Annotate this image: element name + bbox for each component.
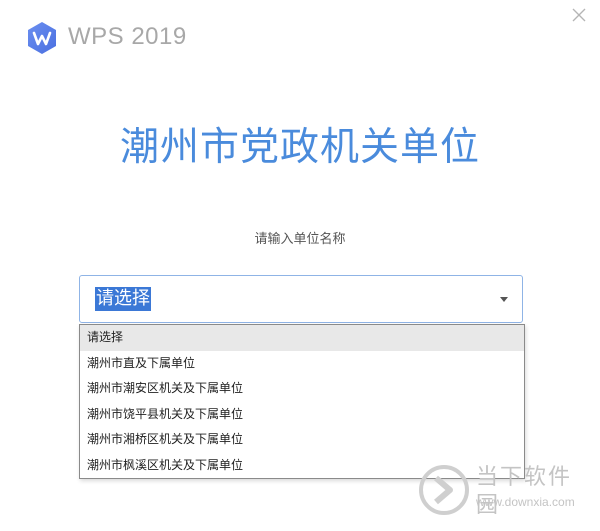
dropdown-item-placeholder[interactable]: 请选择 [80, 325, 524, 351]
dropdown-item-xiangqiao[interactable]: 潮州市湘桥区机关及下属单位 [80, 427, 524, 453]
select-value: 请选择 [95, 287, 151, 311]
chevron-down-icon[interactable] [500, 297, 508, 302]
watermark: 当下软件园 www.downxia.com [418, 462, 594, 524]
app-title: WPS 2019 [68, 23, 187, 50]
unit-select[interactable]: 请选择 [79, 275, 523, 323]
unit-dropdown-list: 请选择 潮州市直及下属单位 潮州市潮安区机关及下属单位 潮州市饶平县机关及下属单… [79, 324, 525, 479]
watermark-name: 当下软件园 [476, 465, 573, 518]
dropdown-item-raoping[interactable]: 潮州市饶平县机关及下属单位 [80, 402, 524, 428]
dropdown-item-chaoan[interactable]: 潮州市潮安区机关及下属单位 [80, 376, 524, 402]
unit-name-label: 请输入单位名称 [254, 232, 346, 247]
close-icon[interactable] [570, 6, 588, 24]
dropdown-item-city-direct[interactable]: 潮州市直及下属单位 [80, 351, 524, 377]
downxia-logo-icon [419, 465, 469, 515]
wps-logo-icon [28, 22, 56, 54]
page-title: 潮州市党政机关单位 [119, 125, 480, 170]
watermark-url: www.downxia.com [476, 495, 575, 509]
